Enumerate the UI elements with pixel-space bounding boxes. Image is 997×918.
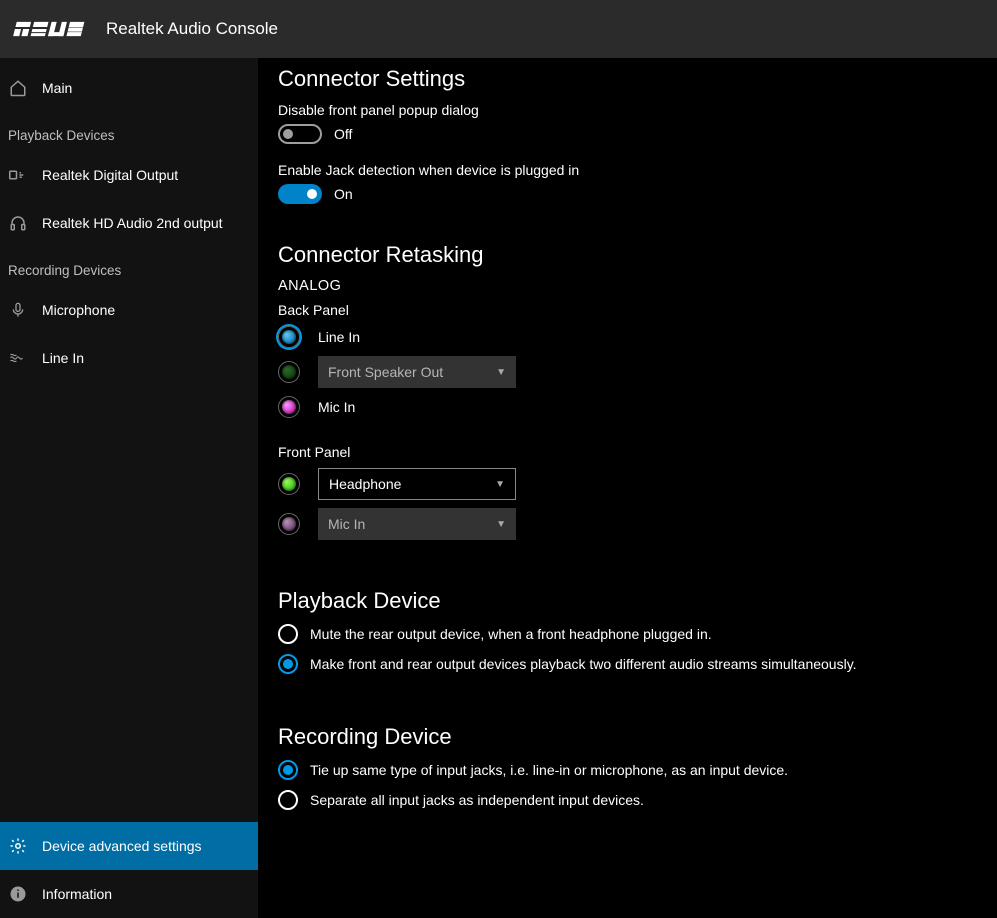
back-panel-label: Back Panel — [278, 302, 977, 318]
sidebar-item-device-advanced[interactable]: Device advanced settings — [0, 822, 258, 870]
sidebar-item-label: Realtek Digital Output — [42, 167, 178, 183]
headphones-icon — [8, 213, 28, 233]
disable-popup-label: Disable front panel popup dialog — [278, 102, 977, 118]
content-area: Connector Settings Disable front panel p… — [258, 58, 997, 918]
radio-icon — [278, 624, 298, 644]
sidebar-item-label: Line In — [42, 350, 84, 366]
section-connector-settings-title: Connector Settings — [278, 66, 977, 92]
jack-port-headphone[interactable] — [278, 473, 300, 495]
radio-label: Mute the rear output device, when a fron… — [310, 626, 712, 642]
chevron-down-icon: ▼ — [495, 479, 505, 490]
enable-jack-label: Enable Jack detection when device is plu… — [278, 162, 977, 178]
radio-icon — [278, 790, 298, 810]
section-retasking-title: Connector Retasking — [278, 242, 977, 268]
radio-icon — [278, 654, 298, 674]
sidebar-item-label: Realtek HD Audio 2nd output — [42, 215, 223, 231]
recording-option-separate[interactable]: Separate all input jacks as independent … — [278, 790, 977, 810]
jack-port-mic-in-front[interactable] — [278, 513, 300, 535]
disable-popup-toggle[interactable] — [278, 124, 322, 144]
headphone-dropdown[interactable]: Headphone ▼ — [318, 468, 516, 500]
titlebar: Realtek Audio Console — [0, 0, 997, 58]
digital-output-icon — [8, 165, 28, 185]
sidebar-item-label: Main — [42, 80, 72, 96]
radio-label: Make front and rear output devices playb… — [310, 656, 857, 672]
sidebar: Main Playback Devices Realtek Digital Ou… — [0, 58, 258, 918]
dropdown-label: Front Speaker Out — [328, 364, 443, 380]
jack-port-line-in[interactable] — [278, 326, 300, 348]
enable-jack-toggle[interactable] — [278, 184, 322, 204]
dropdown-label: Headphone — [329, 476, 401, 492]
front-panel-label: Front Panel — [278, 444, 977, 460]
sidebar-item-line-in[interactable]: Line In — [0, 334, 258, 382]
sidebar-item-hd-audio[interactable]: Realtek HD Audio 2nd output — [0, 199, 258, 247]
app-title: Realtek Audio Console — [106, 19, 278, 39]
mic-in-front-dropdown[interactable]: Mic In ▼ — [318, 508, 516, 540]
section-playback-device-title: Playback Device — [278, 588, 977, 614]
recording-option-tie-up[interactable]: Tie up same type of input jacks, i.e. li… — [278, 760, 977, 780]
radio-label: Tie up same type of input jacks, i.e. li… — [310, 762, 788, 778]
sidebar-item-label: Microphone — [42, 302, 115, 318]
sidebar-item-main[interactable]: Main — [0, 64, 258, 112]
dropdown-label: Mic In — [328, 516, 365, 532]
front-speaker-dropdown[interactable]: Front Speaker Out ▼ — [318, 356, 516, 388]
microphone-icon — [8, 300, 28, 320]
disable-popup-state: Off — [334, 126, 352, 142]
sidebar-item-digital-output[interactable]: Realtek Digital Output — [0, 151, 258, 199]
playback-option-two-streams[interactable]: Make front and rear output devices playb… — [278, 654, 977, 674]
section-recording-device-title: Recording Device — [278, 724, 977, 750]
info-icon — [8, 884, 28, 904]
gear-icon — [8, 836, 28, 856]
sidebar-item-information[interactable]: Information — [0, 870, 258, 918]
jack-label: Line In — [318, 329, 360, 345]
sidebar-item-label: Information — [42, 886, 112, 902]
sidebar-header-playback: Playback Devices — [0, 112, 258, 151]
radio-icon — [278, 760, 298, 780]
sidebar-item-label: Device advanced settings — [42, 838, 202, 854]
chevron-down-icon: ▼ — [496, 519, 506, 530]
analog-label: ANALOG — [278, 278, 977, 294]
line-in-icon — [8, 348, 28, 368]
jack-label: Mic In — [318, 399, 355, 415]
sidebar-item-microphone[interactable]: Microphone — [0, 286, 258, 334]
jack-port-mic-in-back[interactable] — [278, 396, 300, 418]
asus-logo — [8, 9, 96, 49]
radio-label: Separate all input jacks as independent … — [310, 792, 644, 808]
enable-jack-state: On — [334, 186, 353, 202]
playback-option-mute-rear[interactable]: Mute the rear output device, when a fron… — [278, 624, 977, 644]
jack-port-front-speaker[interactable] — [278, 361, 300, 383]
home-icon — [8, 78, 28, 98]
sidebar-header-recording: Recording Devices — [0, 247, 258, 286]
chevron-down-icon: ▼ — [496, 367, 506, 378]
